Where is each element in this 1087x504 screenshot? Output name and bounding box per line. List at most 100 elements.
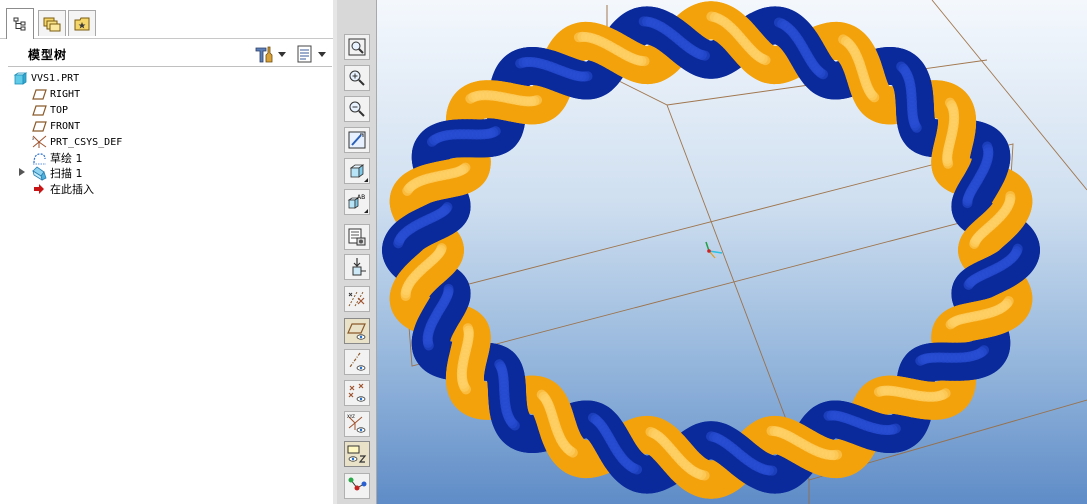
rope-highlight xyxy=(499,92,514,104)
xyz-label: XYZ xyxy=(347,414,355,419)
expand-arrow-icon[interactable] xyxy=(19,168,25,176)
tree-item-label: 草绘 1 xyxy=(50,152,83,165)
tree-settings-button[interactable] xyxy=(296,44,326,64)
rope-highlight xyxy=(431,170,446,182)
tools-icon xyxy=(255,46,273,63)
tree-tools-button[interactable] xyxy=(254,44,286,64)
axis-display-button[interactable] xyxy=(344,349,370,375)
svg-text:x: x xyxy=(32,136,35,141)
tree-item-label: PRT_CSYS_DEF xyxy=(50,136,123,148)
rope-highlight xyxy=(413,217,427,230)
tree-item-label: VVS1.PRT xyxy=(31,72,80,84)
plane-display-icon xyxy=(347,323,366,340)
annotation-display-button[interactable] xyxy=(344,441,370,467)
rope-highlight xyxy=(985,264,1000,277)
rope-highlight xyxy=(945,129,957,144)
tree-item-part[interactable]: VVS1.PRT xyxy=(12,70,79,86)
sweep-icon xyxy=(32,165,47,181)
zoom-out-icon xyxy=(349,101,365,117)
point-display-icon xyxy=(348,383,366,402)
ab-label: AB xyxy=(357,194,365,201)
orient-button[interactable] xyxy=(344,254,370,280)
zoom-fit-button[interactable] xyxy=(344,34,370,60)
rope-highlight xyxy=(970,310,985,322)
point-display-button[interactable] xyxy=(344,380,370,406)
csys-display-icon: XYZ xyxy=(347,414,366,433)
rope-highlight xyxy=(902,388,917,400)
rope-highlight xyxy=(549,63,564,75)
model-tree-panel: 模型树 VVS1.PRT RIGHT TOP FRONT x PRT_CSYS_… xyxy=(0,0,337,504)
rope-highlight xyxy=(667,446,681,460)
rope-highlight xyxy=(986,217,1000,231)
navigator-tabstrip xyxy=(0,0,337,39)
zoom-in-button[interactable] xyxy=(344,65,370,91)
datum-display-icon xyxy=(348,291,365,307)
rope-highlight xyxy=(854,59,867,74)
rope-highlight xyxy=(972,171,985,186)
saved-views-button[interactable]: AB xyxy=(344,189,370,215)
view-manager-icon xyxy=(348,228,366,246)
part-icon xyxy=(13,71,27,85)
tree-item-top[interactable]: TOP xyxy=(31,102,68,118)
datum-display-button[interactable] xyxy=(344,286,370,312)
rope-highlight xyxy=(607,42,622,55)
zoom-out-button[interactable] xyxy=(344,96,370,122)
repaint-button[interactable] xyxy=(344,127,370,153)
tree-item-label: 在此插入 xyxy=(50,183,94,196)
model-tree-tab[interactable] xyxy=(6,8,34,39)
model-tree-title: 模型树 xyxy=(28,48,68,62)
display-style-button[interactable] xyxy=(344,158,370,184)
view-manager-button[interactable] xyxy=(344,224,370,250)
folder-browser-tab[interactable] xyxy=(38,10,66,36)
annotation-display-icon xyxy=(347,445,367,463)
folders-icon xyxy=(43,17,61,31)
plane-display-button[interactable] xyxy=(344,318,370,344)
rope-highlight xyxy=(458,352,470,367)
tree-item-sweep[interactable]: 扫描 1 xyxy=(31,165,83,181)
rope-highlight xyxy=(852,417,867,429)
sketch-icon xyxy=(32,152,46,164)
rope-highlight xyxy=(731,446,746,460)
twisted-rope-ring xyxy=(382,1,1040,499)
tree-item-front[interactable]: FRONT xyxy=(31,118,80,134)
dropdown-corner-icon xyxy=(364,178,368,182)
rope-highlight xyxy=(607,439,621,453)
tree-item-csys[interactable]: x PRT_CSYS_DEF xyxy=(31,134,122,150)
header-separator xyxy=(8,66,332,67)
datum-plane-icon xyxy=(31,120,47,132)
rope-highlight xyxy=(548,414,560,429)
orient-icon xyxy=(352,258,366,276)
settings-dropdown-icon xyxy=(318,51,326,57)
rope-highlight xyxy=(416,261,430,275)
tree-item-label: 扫描 1 xyxy=(50,167,83,180)
tree-item-sketch[interactable]: 草绘 1 xyxy=(31,150,83,166)
axis-display-icon xyxy=(349,352,366,371)
tree-item-label: RIGHT xyxy=(50,88,81,100)
graphics-window[interactable] xyxy=(377,0,1087,504)
rope-highlight xyxy=(429,310,442,324)
favorites-tab[interactable] xyxy=(68,10,96,36)
zoom-in-icon xyxy=(349,70,365,86)
tree-item-label: TOP xyxy=(50,104,69,116)
rope-highlight xyxy=(794,437,809,450)
csys-display-button[interactable]: XYZ xyxy=(344,411,370,437)
settings-list-icon xyxy=(297,45,312,63)
zoom-fit-icon xyxy=(348,38,366,56)
view-toolbar: AB XYZ xyxy=(337,0,377,504)
datum-plane-icon xyxy=(31,104,47,116)
spin-center-icon xyxy=(348,477,367,491)
rope-highlight xyxy=(732,29,746,43)
tree-item-right[interactable]: RIGHT xyxy=(31,86,80,102)
datum-plane-icon xyxy=(31,88,47,100)
model-tree-header: 模型树 xyxy=(0,40,336,68)
coordinate-system-icon: x xyxy=(32,135,46,148)
rope-highlight xyxy=(670,32,685,46)
rope-highlight xyxy=(795,39,809,53)
spin-center-button[interactable] xyxy=(344,473,370,499)
insert-here-arrow-icon xyxy=(34,184,44,194)
tree-item-label: FRONT xyxy=(50,120,81,132)
model-scene xyxy=(382,0,1087,504)
repaint-icon xyxy=(348,131,366,149)
tree-item-insert-here[interactable]: 在此插入 xyxy=(31,181,94,197)
tools-dropdown-icon xyxy=(278,51,286,57)
